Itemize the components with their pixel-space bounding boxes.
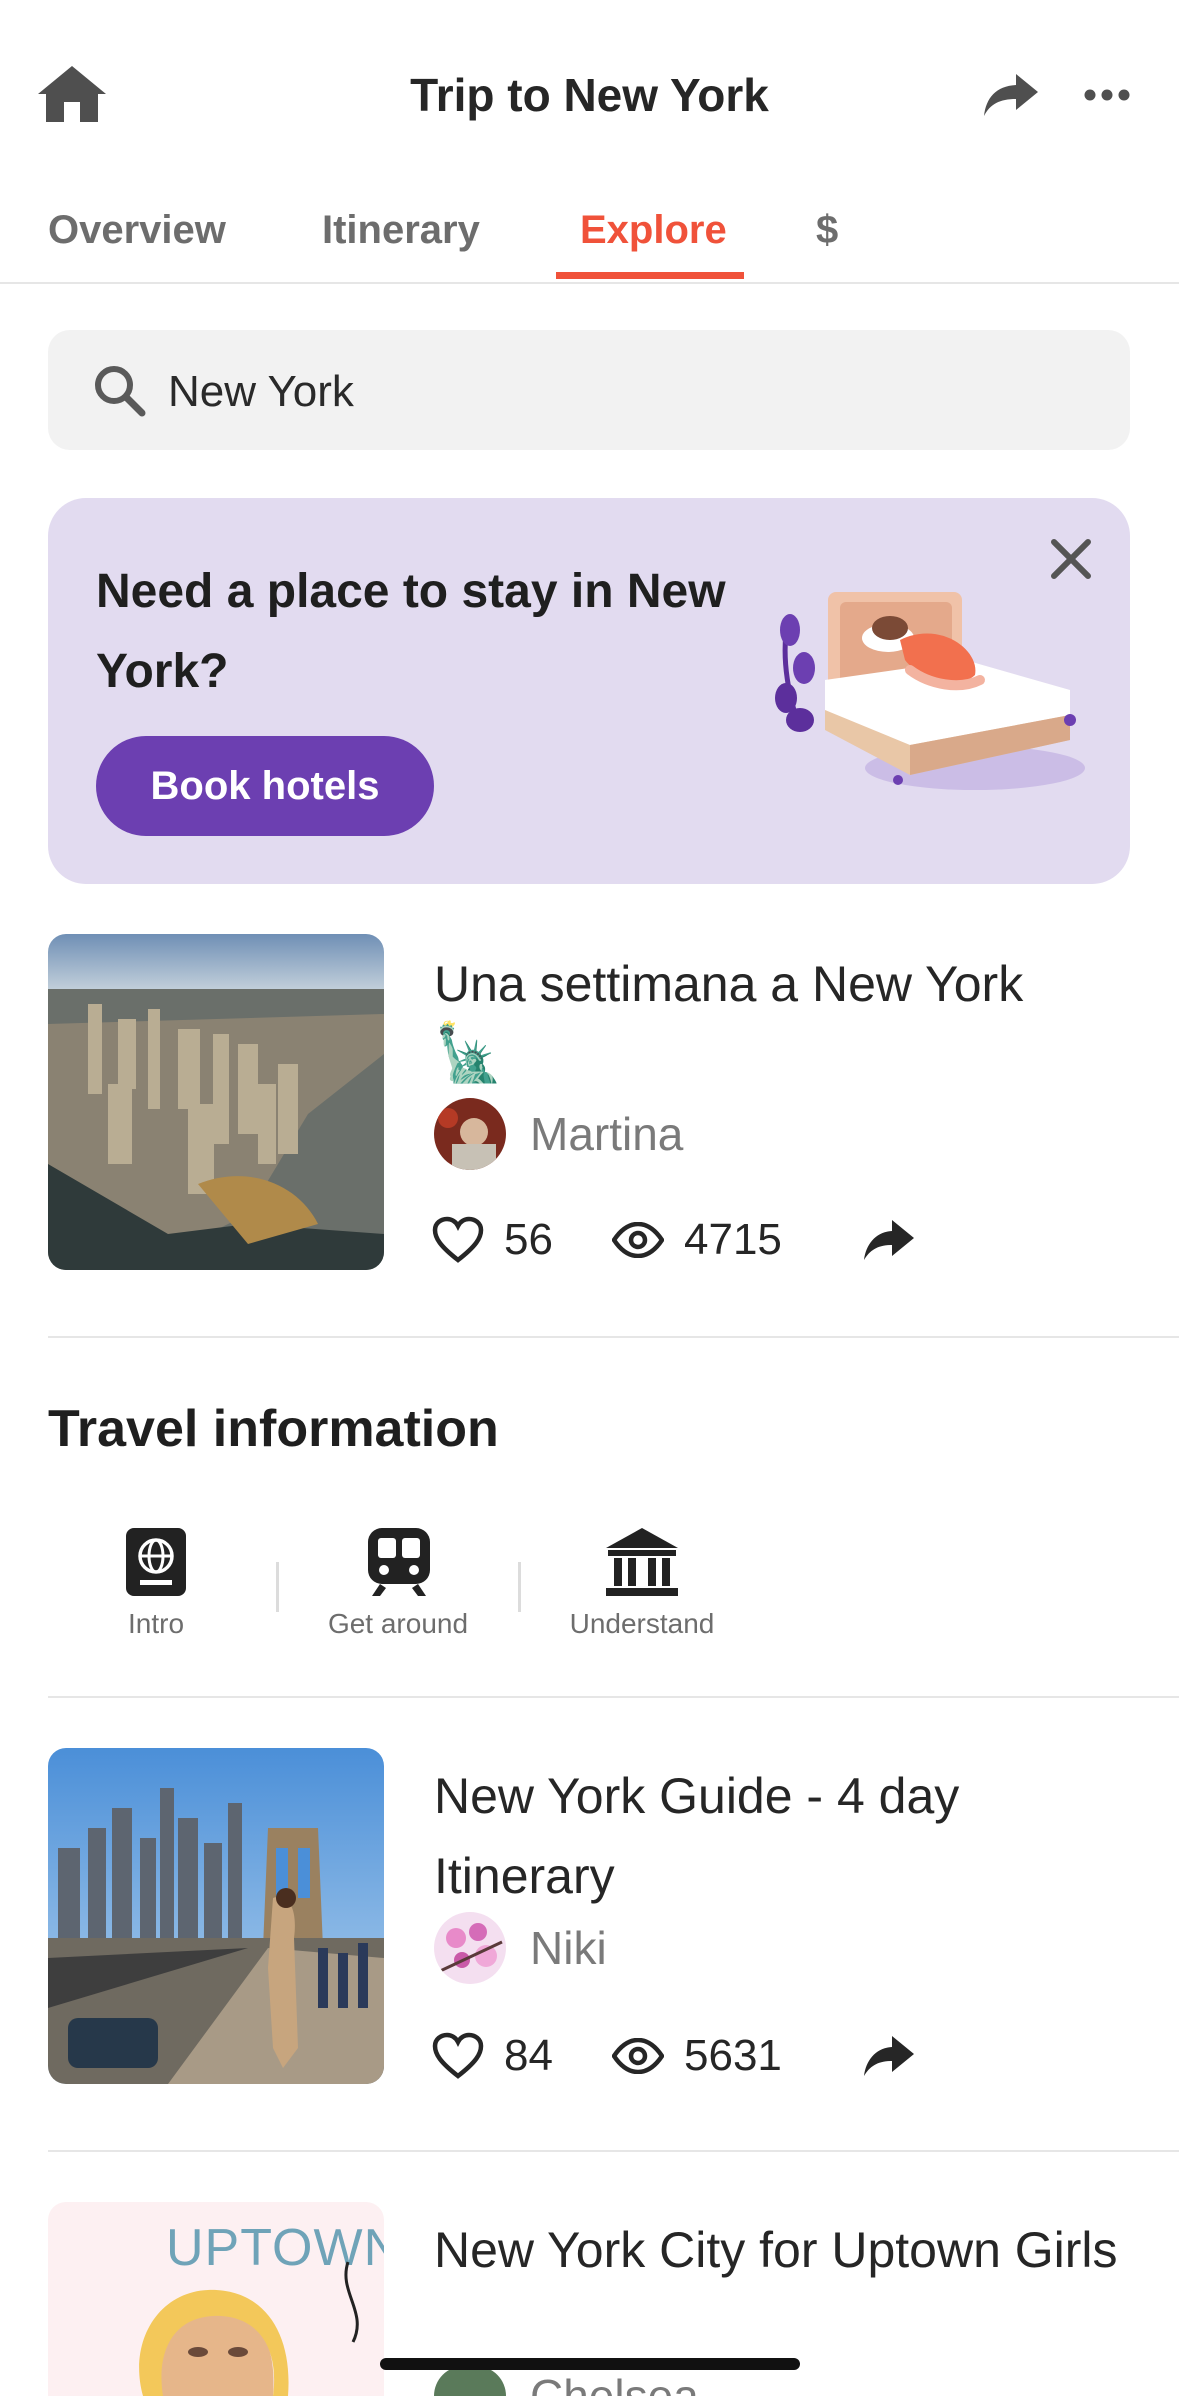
divider [48, 2150, 1179, 2152]
get-around-button[interactable] [366, 1526, 432, 1598]
search-icon [92, 363, 146, 417]
tab-bar: Overview Itinerary Explore $ [0, 190, 1179, 284]
author-name[interactable]: Chelsea [530, 2366, 699, 2396]
understand-button[interactable] [604, 1526, 680, 1598]
search-input[interactable] [168, 360, 968, 424]
author-name[interactable]: Martina [530, 1104, 683, 1164]
active-tab-indicator [556, 272, 744, 279]
separator [518, 1562, 521, 1612]
trip-thumbnail-manhattan[interactable] [48, 934, 384, 1270]
view-count: 4715 [684, 1215, 782, 1264]
divider [48, 1336, 1179, 1338]
share-icon [864, 1220, 914, 1260]
share-icon [984, 74, 1038, 116]
like-button[interactable] [432, 2032, 484, 2080]
separator [276, 1562, 279, 1612]
train-icon [368, 1528, 430, 1596]
promo-text: Need a place to stay in New York? [96, 565, 726, 698]
share-trip-button[interactable] [862, 2034, 916, 2078]
view-count: 5631 [684, 2031, 782, 2080]
travel-info-label: Understand [569, 1608, 715, 1639]
tab-budget[interactable]: $ [816, 200, 838, 260]
avatar[interactable] [434, 1098, 506, 1170]
passport-icon [126, 1528, 186, 1596]
heart-icon [432, 1216, 484, 1263]
more-icon [1084, 89, 1130, 101]
share-trip-button[interactable] [862, 1218, 916, 1262]
trip-title[interactable]: New York City for Uptown Girls [434, 2210, 1134, 2290]
like-button[interactable] [432, 1216, 484, 1264]
trip-title[interactable]: Una settimana a New York [434, 944, 1134, 1024]
eye-icon [611, 1221, 665, 1259]
statue-of-liberty-emoji: 🗽 [434, 1021, 504, 1084]
trip-title[interactable]: New York Guide - 4 day Itinerary [434, 1756, 1134, 1916]
more-options-button[interactable] [1080, 80, 1140, 110]
trip-thumbnail-uptown-girls[interactable]: UPTOWN [48, 2202, 384, 2396]
author-name[interactable]: Niki [530, 1918, 607, 1978]
travel-info-label: Get around [327, 1608, 469, 1639]
travel-info-label: Intro [127, 1608, 185, 1639]
home-indicator[interactable] [380, 2358, 800, 2370]
trip-thumbnail-brooklyn-bridge[interactable] [48, 1748, 384, 2084]
travel-info-title: Travel information [48, 1400, 499, 1458]
share-button[interactable] [980, 70, 1042, 120]
tab-explore[interactable]: Explore [580, 200, 727, 260]
avatar[interactable] [434, 1912, 506, 1984]
tab-overview[interactable]: Overview [48, 200, 226, 260]
book-hotels-button[interactable]: Book hotels [96, 736, 434, 836]
museum-icon [606, 1528, 678, 1596]
share-icon [864, 2036, 914, 2076]
intro-button[interactable] [124, 1526, 188, 1598]
bed-illustration [770, 580, 1100, 800]
like-count: 56 [504, 1215, 553, 1264]
heart-icon [432, 2032, 484, 2079]
avatar[interactable] [434, 2366, 506, 2396]
close-promo-button[interactable] [1046, 534, 1096, 584]
close-icon [1051, 539, 1091, 579]
tab-itinerary[interactable]: Itinerary [322, 200, 480, 260]
like-count: 84 [504, 2031, 553, 2080]
divider [48, 1696, 1179, 1698]
eye-icon [611, 2037, 665, 2075]
